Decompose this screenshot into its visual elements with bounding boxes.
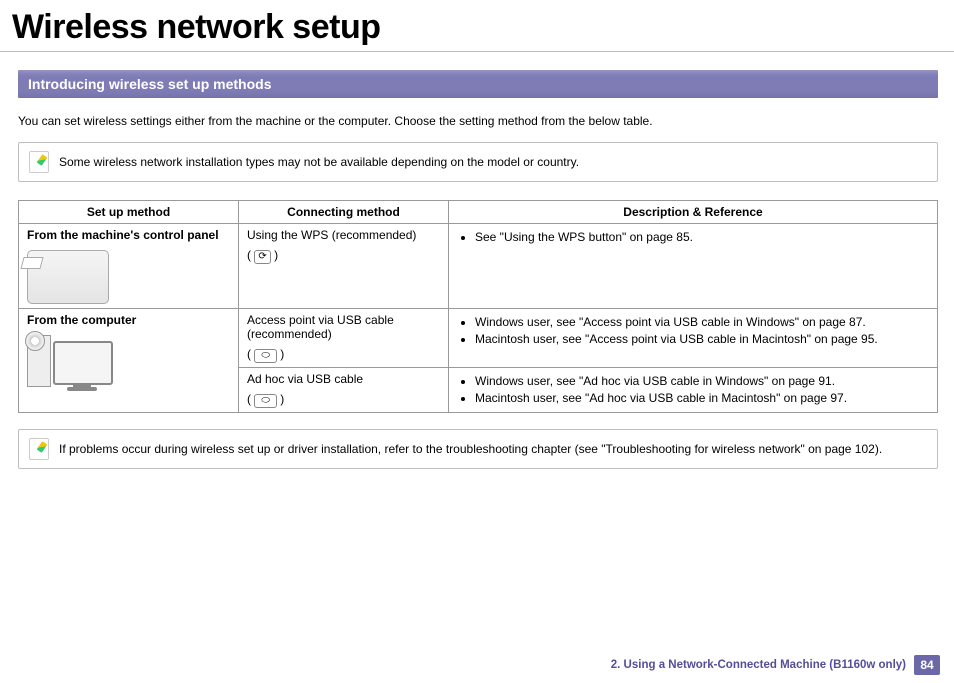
- usb-ap-button-paren: ( ⬭ ): [247, 347, 440, 363]
- page-content: Introducing wireless set up methods You …: [0, 52, 954, 469]
- desc-adhoc-win: Windows user, see "Ad hoc via USB cable …: [475, 374, 929, 388]
- table-row: From the machine's control panel Using t…: [19, 224, 938, 309]
- cell-desc-adhoc: Windows user, see "Ad hoc via USB cable …: [449, 368, 938, 413]
- page-footer: 2. Using a Network-Connected Machine (B1…: [611, 655, 940, 675]
- table-row: From the computer Access point via USB c…: [19, 309, 938, 368]
- usb-device-icon: ⬭: [254, 349, 277, 363]
- connect-wps-text: Using the WPS (recommended): [247, 228, 440, 242]
- section-heading: Introducing wireless set up methods: [18, 70, 938, 98]
- cell-desc-ap: Windows user, see "Access point via USB …: [449, 309, 938, 368]
- note-box-availability: Some wireless network installation types…: [18, 142, 938, 182]
- note-box-troubleshoot: If problems occur during wireless set up…: [18, 429, 938, 469]
- table-header-row: Set up method Connecting method Descript…: [19, 201, 938, 224]
- cell-connect-adhoc: Ad hoc via USB cable ( ⬭ ): [239, 368, 449, 413]
- connect-ap-text: Access point via USB cable (recommended): [247, 313, 440, 341]
- pencil-note-icon: [29, 151, 49, 173]
- cell-connect-ap: Access point via USB cable (recommended)…: [239, 309, 449, 368]
- cell-desc-wps: See "Using the WPS button" on page 85.: [449, 224, 938, 309]
- printer-icon: [27, 250, 109, 304]
- page-number-badge: 84: [914, 655, 940, 675]
- setup-methods-table: Set up method Connecting method Descript…: [18, 200, 938, 413]
- desc-ap-mac: Macintosh user, see "Access point via US…: [475, 332, 929, 346]
- footer-chapter: 2. Using a Network-Connected Machine (B1…: [611, 659, 906, 671]
- setup-computer-label: From the computer: [27, 313, 230, 327]
- pencil-note-icon: [29, 438, 49, 460]
- intro-text: You can set wireless settings either fro…: [18, 114, 938, 128]
- th-setup: Set up method: [19, 201, 239, 224]
- cell-setup-computer: From the computer: [19, 309, 239, 413]
- wps-button-paren: ( ⟳ ): [247, 248, 440, 264]
- cell-setup-machine: From the machine's control panel: [19, 224, 239, 309]
- usb-adhoc-button-paren: ( ⬭ ): [247, 392, 440, 408]
- setup-machine-label: From the machine's control panel: [27, 228, 230, 242]
- cell-connect-wps: Using the WPS (recommended) ( ⟳ ): [239, 224, 449, 309]
- note-text: Some wireless network installation types…: [59, 155, 579, 169]
- th-desc: Description & Reference: [449, 201, 938, 224]
- desc-ap-win: Windows user, see "Access point via USB …: [475, 315, 929, 329]
- usb-device-icon: ⬭: [254, 394, 277, 408]
- th-connect: Connecting method: [239, 201, 449, 224]
- note-text-troubleshoot: If problems occur during wireless set up…: [59, 442, 882, 456]
- desc-adhoc-mac: Macintosh user, see "Ad hoc via USB cabl…: [475, 391, 929, 405]
- page-title: Wireless network setup: [12, 8, 954, 47]
- connect-adhoc-text: Ad hoc via USB cable: [247, 372, 440, 386]
- wps-button-icon: ⟳: [254, 250, 270, 264]
- computer-icon: [27, 335, 113, 397]
- desc-wps-ref: See "Using the WPS button" on page 85.: [475, 230, 929, 244]
